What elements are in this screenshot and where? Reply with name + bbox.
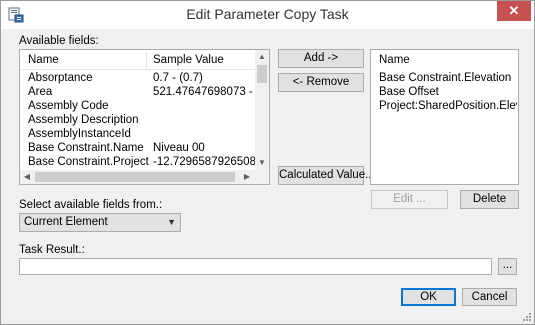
ok-button[interactable]: OK: [401, 288, 456, 306]
selected-field-name: Base Offset: [379, 86, 439, 98]
field-name: Assembly Description: [28, 114, 139, 126]
scroll-left-icon[interactable]: ◀: [20, 170, 34, 184]
close-icon[interactable]: ✕: [509, 3, 520, 18]
list-item[interactable]: Area 521.47647698073 - (48 n: [20, 85, 269, 99]
selected-field-name: Base Constraint.Elevation: [379, 72, 512, 84]
available-fields-header: Name Sample Value: [20, 50, 269, 70]
field-sample-value: 521.47647698073 - (48 n: [153, 86, 255, 98]
chevron-down-icon[interactable]: ▼: [167, 214, 176, 231]
horizontal-scroll-thumb[interactable]: [35, 172, 235, 182]
calculated-value-button[interactable]: Calculated Value...: [278, 166, 375, 185]
cancel-button[interactable]: Cancel: [462, 288, 517, 306]
vertical-scrollbar[interactable]: ▲ ▼: [255, 50, 269, 170]
selected-fields-list[interactable]: Name Base Constraint.Elevation Base Offs…: [370, 49, 519, 185]
list-item[interactable]: Assembly Description: [20, 113, 269, 127]
column-header-name[interactable]: Name: [373, 50, 410, 70]
list-item[interactable]: Project:SharedPosition.Elevation: [371, 99, 518, 113]
field-sample-value: -12.7296587926508: [153, 156, 255, 168]
select-source-label: Select available fields from.:: [19, 199, 163, 211]
dialog-window: Edit Parameter Copy Task ✕ Available fie…: [0, 0, 535, 325]
add-button[interactable]: Add ->: [278, 49, 364, 68]
available-fields-label: Available fields:: [19, 35, 99, 47]
list-item[interactable]: Base Constraint.Name Niveau 00: [20, 141, 269, 155]
field-name: Assembly Code: [28, 100, 109, 112]
list-item[interactable]: Assembly Code: [20, 99, 269, 113]
browse-button[interactable]: ...: [498, 258, 517, 275]
selected-fields-header: Name: [371, 50, 518, 70]
list-item[interactable]: Absorptance 0.7 - (0.7): [20, 71, 269, 85]
field-name: Absorptance: [28, 72, 93, 84]
task-result-label: Task Result.:: [19, 244, 85, 256]
scroll-up-icon[interactable]: ▲: [255, 50, 269, 64]
horizontal-scrollbar[interactable]: ◀ ▶: [20, 170, 255, 184]
list-item[interactable]: Base Constraint.Project Elev... -12.7296…: [20, 155, 269, 169]
field-name: Area: [28, 86, 53, 98]
list-item[interactable]: Base Constraint.Elevation: [371, 71, 518, 85]
edit-button[interactable]: Edit ...: [371, 190, 448, 209]
delete-button[interactable]: Delete: [460, 190, 519, 209]
scroll-down-icon[interactable]: ▼: [255, 156, 269, 170]
field-sample-value: 0.7 - (0.7): [153, 72, 203, 84]
column-header-sample-value[interactable]: Sample Value: [147, 50, 224, 70]
list-item[interactable]: AssemblyInstanceId: [20, 127, 269, 141]
column-header-name[interactable]: Name: [22, 50, 59, 70]
resize-grip-icon[interactable]: [522, 312, 532, 322]
scroll-right-icon[interactable]: ▶: [240, 170, 254, 184]
field-sample-value: Niveau 00: [153, 142, 205, 154]
remove-button[interactable]: <- Remove: [278, 73, 364, 92]
field-name: Base Constraint.Project Elev...: [28, 156, 150, 168]
source-dropdown-value: Current Element: [24, 216, 108, 228]
field-name: Base Constraint.Name: [28, 142, 144, 154]
list-item[interactable]: Base Offset: [371, 85, 518, 99]
window-title: Edit Parameter Copy Task: [186, 6, 349, 22]
source-dropdown[interactable]: Current Element ▼: [19, 213, 181, 232]
available-fields-list[interactable]: Name Sample Value Absorptance 0.7 - (0.7…: [19, 49, 270, 185]
selected-field-name: Project:SharedPosition.Elevation: [379, 100, 517, 112]
close-button[interactable]: ✕: [497, 1, 531, 21]
vertical-scroll-thumb[interactable]: [257, 65, 267, 83]
scrollbar-corner: [255, 170, 269, 184]
field-name: AssemblyInstanceId: [28, 128, 131, 140]
title-bar: Edit Parameter Copy Task ✕: [1, 1, 534, 29]
task-result-input[interactable]: [19, 258, 492, 275]
